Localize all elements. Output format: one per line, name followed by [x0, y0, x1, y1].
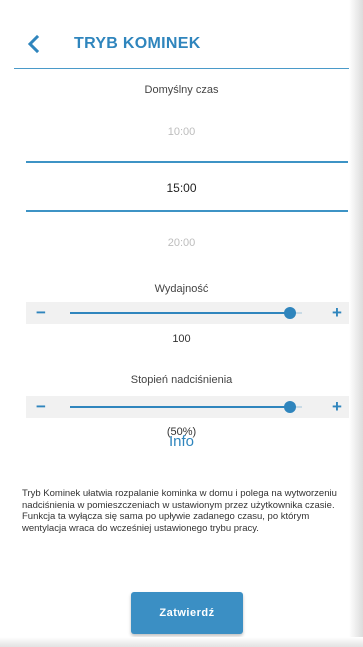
frame-shadow-bottom [0, 637, 363, 647]
default-time-label: Domyślny czas [144, 84, 219, 96]
info-heading: Info [168, 433, 195, 450]
back-button[interactable] [22, 32, 46, 56]
overpressure-slider-thumb[interactable] [284, 401, 297, 413]
efficiency-slider-fill [70, 312, 291, 314]
frame-shadow-right [349, 0, 363, 647]
header-bar: TRYB KOMINEK [14, 20, 349, 69]
efficiency-label: Wydajność [154, 283, 209, 295]
efficiency-value: 100 [172, 333, 191, 345]
overpressure-slider-fill [70, 406, 291, 408]
picker-divider-bottom [26, 210, 348, 212]
overpressure-slider[interactable]: − + [26, 396, 350, 418]
efficiency-slider-thumb[interactable] [284, 307, 297, 319]
efficiency-slider[interactable]: − + [26, 302, 350, 324]
time-option-selected[interactable]: 15:00 [14, 181, 349, 195]
page-title: TRYB KOMINEK [74, 35, 201, 52]
info-text: Tryb Kominek ułatwia rozpalanie kominka … [22, 488, 337, 534]
efficiency-decrease-button[interactable]: − [30, 302, 52, 324]
screen: TRYB KOMINEK Domyślny czas 10:00 15:00 2… [14, 0, 350, 640]
time-option-below[interactable]: 20:00 [14, 237, 349, 249]
confirm-button[interactable]: Zatwierdź [131, 592, 243, 634]
overpressure-decrease-button[interactable]: − [30, 396, 52, 418]
efficiency-increase-button[interactable]: + [326, 302, 348, 324]
app-frame: TRYB KOMINEK Domyślny czas 10:00 15:00 2… [0, 0, 363, 647]
overpressure-label: Stopień nadciśnienia [130, 374, 233, 386]
efficiency-slider-track[interactable] [70, 307, 302, 319]
chevron-left-icon [27, 34, 40, 54]
picker-divider-top [26, 161, 348, 163]
overpressure-slider-track[interactable] [70, 401, 302, 413]
overpressure-increase-button[interactable]: + [326, 396, 348, 418]
time-option-above[interactable]: 10:00 [14, 126, 349, 138]
